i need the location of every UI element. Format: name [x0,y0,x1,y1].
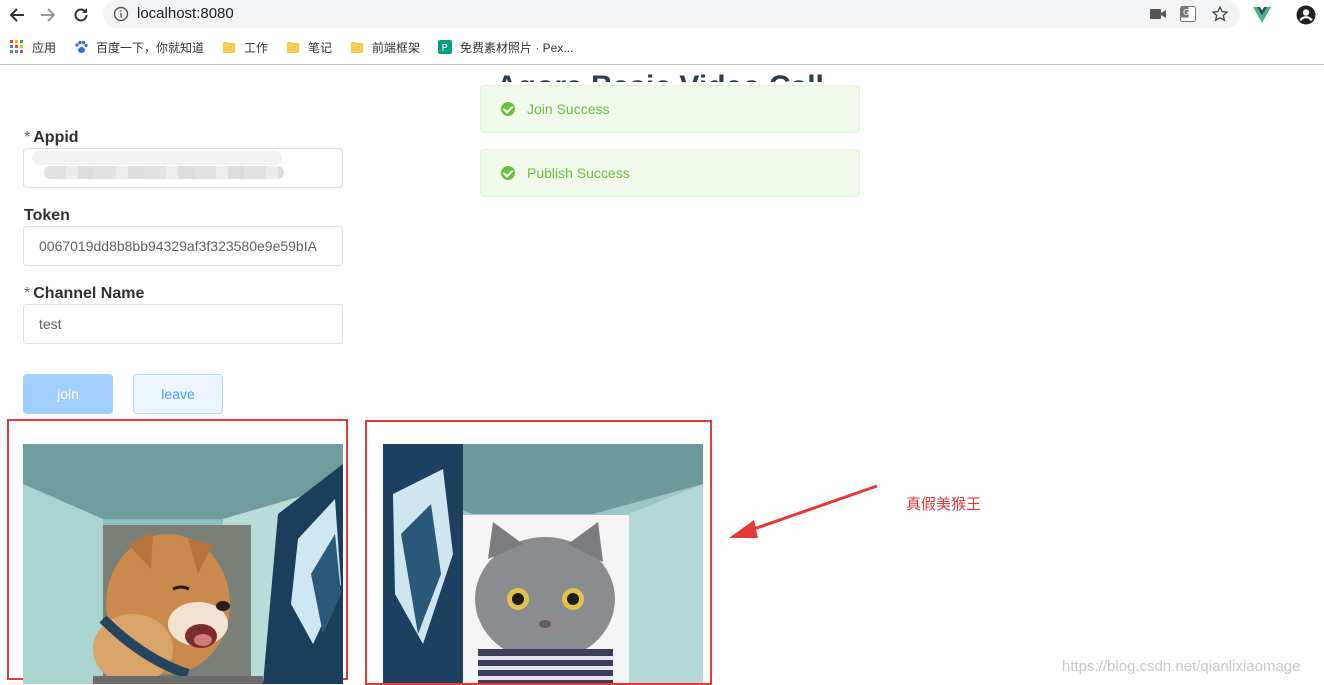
cat-video-frame [383,444,703,683]
alert-message: Publish Success [527,165,630,181]
bookmark-frontend-folder[interactable]: 前端框架 [350,38,420,56]
annotation-arrow-icon [729,484,878,538]
alert-message: Join Success [527,101,610,117]
bookmark-label: 工作 [244,40,269,55]
folder-icon [286,40,300,54]
browser-toolbar: localhost:8080 G [0,0,1324,30]
apps-grid-icon [10,40,24,54]
channel-name-input[interactable] [23,304,343,344]
bookmark-notes-folder[interactable]: 笔记 [286,38,332,56]
vue-devtools-icon[interactable] [1252,5,1272,25]
bookmark-label: 免费素材照片 · Pex... [460,40,574,55]
local-video-player [23,444,343,684]
bookmark-apps[interactable]: 应用 [10,38,56,56]
bookmark-baidu[interactable]: 百度一下，你就知道 [74,38,204,56]
channel-name-label: * Channel Name [24,285,145,302]
token-label: Token [24,207,70,224]
join-success-alert: Join Success [480,85,860,133]
pexels-icon: P [438,40,452,54]
svg-text:P: P [442,43,448,54]
folder-icon [222,40,236,54]
bookmark-star-icon[interactable] [1211,5,1229,23]
back-icon[interactable] [6,4,28,26]
forward-icon[interactable] [37,4,59,26]
chrome-divider [0,64,1324,65]
url-text: localhost:8080 [137,5,234,22]
publish-success-alert: Publish Success [480,149,860,197]
token-input[interactable] [23,226,343,266]
camera-icon[interactable] [1149,5,1167,23]
site-info-icon[interactable] [113,6,129,27]
success-check-icon [501,102,515,116]
page-title: Agora Basic Video Call [496,66,824,82]
appid-label: * Appid [24,129,79,146]
bookmark-label: 百度一下，你就知道 [96,40,205,55]
bookmark-work-folder[interactable]: 工作 [222,38,268,56]
required-asterisk: * [24,285,31,302]
reload-icon[interactable] [70,4,92,26]
account-avatar-icon[interactable] [1296,5,1316,25]
appid-redacted-blur [32,151,282,165]
bookmark-label: 应用 [32,40,57,55]
bookmark-pexels[interactable]: P 免费素材照片 · Pex... [438,38,573,56]
svg-text:G: G [1183,8,1189,17]
address-bar[interactable]: localhost:8080 G [103,0,1240,28]
required-asterisk: * [24,129,31,146]
success-check-icon [501,166,515,180]
bookmark-label: 前端框架 [372,40,421,55]
folder-icon [350,40,364,54]
annotation-label: 真假美猴王 [906,496,982,513]
dog-video-frame [23,444,343,684]
translate-icon[interactable]: G [1179,5,1197,23]
appid-redacted-blur [44,166,284,179]
baidu-paw-icon [74,40,88,54]
leave-button[interactable]: leave [133,374,223,414]
bookmarks-bar: 应用 百度一下，你就知道 工作 笔记 前端框架 P 免费素材照片 · Pex..… [0,34,1324,60]
remote-video-player [383,444,703,683]
bookmark-label: 笔记 [308,40,333,55]
join-button[interactable]: join [23,374,113,414]
csdn-watermark: https://blog.csdn.net/qianlixiaomage [1062,658,1301,675]
